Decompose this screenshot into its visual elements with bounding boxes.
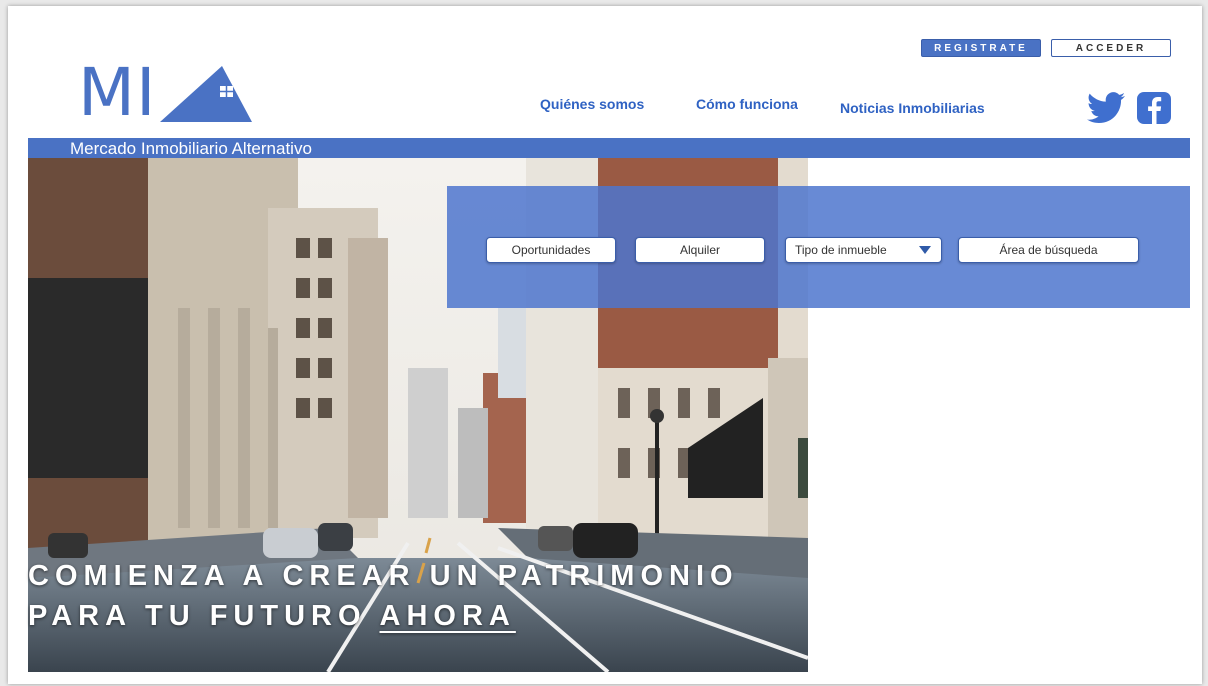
nav-link-about[interactable]: Quiénes somos [540, 96, 644, 112]
opportunities-button[interactable]: Oportunidades [486, 237, 616, 263]
logo-text[interactable]: MI [78, 60, 156, 126]
nav-link-real-estate-news[interactable]: Noticias Inmobiliarias [840, 100, 985, 116]
hero-headline-line1: COMIENZA A CREAR UN PATRIMONIO [28, 560, 739, 592]
tagline: Mercado Inmobiliario Alternativo [70, 139, 312, 158]
hero-headline-emphasis: AHORA [379, 600, 516, 632]
nav-link-how-it-works[interactable]: Cómo funciona [696, 96, 798, 112]
hero-headline-prefix: PARA TU FUTURO [28, 600, 380, 632]
hero-headline-line2: PARA TU FUTURO AHORA [28, 596, 739, 636]
logo-house-icon[interactable] [160, 66, 252, 122]
chevron-down-icon [919, 246, 931, 254]
rent-button[interactable]: Alquiler [635, 237, 765, 263]
twitter-icon[interactable] [1087, 92, 1125, 124]
login-button[interactable]: ACCEDER [1051, 39, 1171, 57]
register-button[interactable]: REGISTRATE [921, 39, 1041, 57]
facebook-icon[interactable] [1137, 92, 1171, 124]
hero-headline: COMIENZA A CREAR UN PATRIMONIO PARA TU F… [28, 556, 739, 636]
property-type-label: Tipo de inmueble [795, 243, 887, 257]
search-area-button[interactable]: Área de búsqueda [958, 237, 1139, 263]
property-type-select[interactable]: Tipo de inmueble [785, 237, 942, 263]
